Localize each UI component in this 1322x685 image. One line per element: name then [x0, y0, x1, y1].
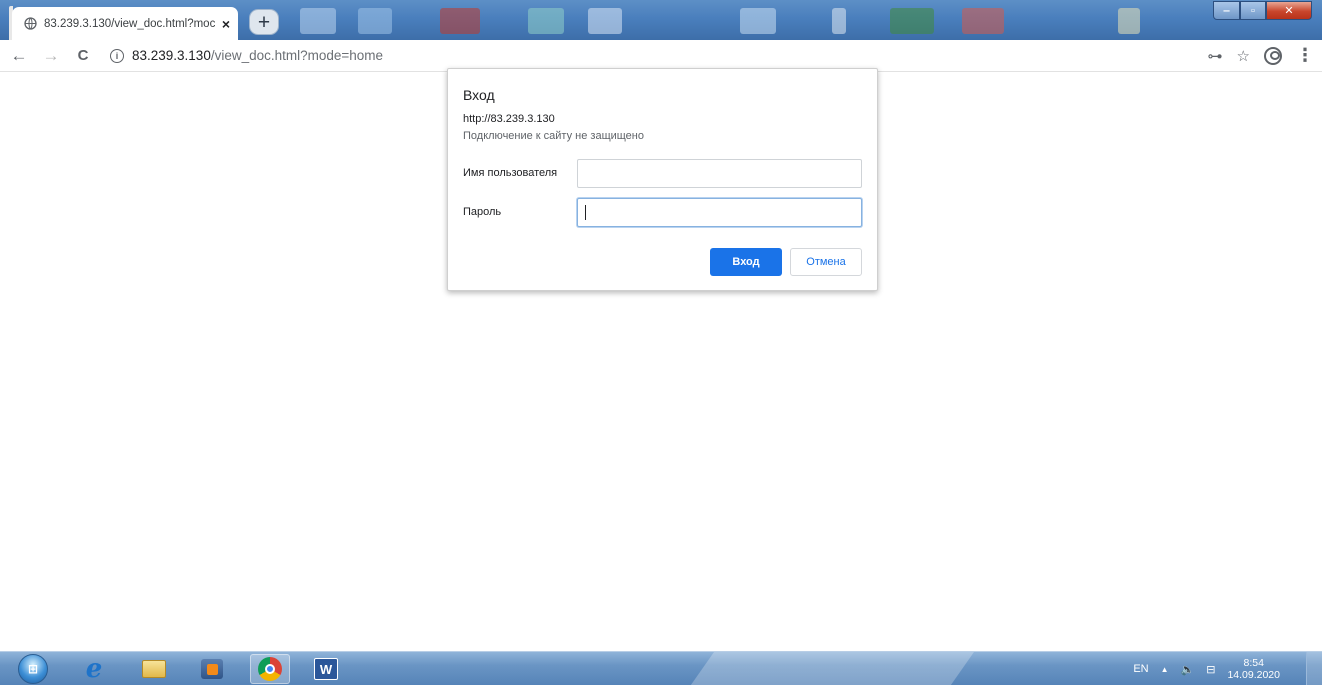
background-desktop-icon	[588, 8, 622, 34]
browser-tab[interactable]: 83.239.3.130/view_doc.html?moc ×	[12, 7, 238, 40]
password-field[interactable]	[577, 198, 862, 227]
network-icon[interactable]: ⊟	[1206, 663, 1215, 676]
media-player-icon[interactable]	[192, 654, 232, 684]
show-hidden-icons-icon[interactable]: ▲	[1161, 665, 1169, 674]
bookmark-star-icon[interactable]: ☆	[1237, 47, 1250, 65]
file-explorer-icon[interactable]	[134, 654, 174, 684]
cancel-button[interactable]: Отмена	[790, 248, 862, 276]
menu-icon[interactable]: ⋮	[1296, 45, 1314, 66]
taskbar-glow	[671, 652, 989, 685]
background-desktop-icon	[528, 8, 564, 34]
back-button[interactable]: ←	[8, 45, 30, 67]
key-icon[interactable]: ⊶	[1208, 47, 1223, 65]
chrome-icon[interactable]	[250, 654, 290, 684]
volume-icon[interactable]: 🔈	[1181, 663, 1195, 676]
text-caret	[585, 205, 586, 220]
background-desktop-icon	[440, 8, 480, 34]
taskbar: ⊞ e W EN ▲ 🔈 ⊟ 8:54 14.09.2020	[0, 651, 1322, 685]
background-desktop-icon	[832, 8, 846, 34]
language-indicator[interactable]: EN	[1133, 663, 1148, 675]
background-desktop-icon	[890, 8, 934, 34]
address-bar[interactable]: i 83.239.3.130/view_doc.html?mode=home	[110, 48, 383, 63]
clock[interactable]: 8:54 14.09.2020	[1227, 657, 1280, 681]
username-label: Имя пользователя	[463, 167, 558, 179]
clock-time: 8:54	[1243, 657, 1264, 669]
clock-date: 14.09.2020	[1227, 669, 1280, 681]
globe-icon	[24, 17, 37, 30]
dialog-title: Вход	[463, 87, 495, 103]
reload-button[interactable]: C	[72, 45, 94, 67]
show-desktop-button[interactable]	[1306, 652, 1322, 685]
internet-explorer-icon[interactable]: e	[74, 654, 114, 684]
username-field[interactable]	[577, 159, 862, 188]
system-tray: EN ▲ 🔈 ⊟ 8:54 14.09.2020	[1133, 652, 1280, 685]
url-host: 83.239.3.130	[132, 48, 211, 63]
toolbar-actions: ⊶ ☆ ⋮	[1208, 45, 1314, 66]
tab-close-icon[interactable]: ×	[222, 16, 230, 32]
windows-start-icon[interactable]: ⊞	[18, 654, 48, 684]
browser-titlebar: 83.239.3.130/view_doc.html?moc × + ‒ ▫ ✕	[0, 0, 1322, 40]
minimize-button[interactable]: ‒	[1213, 1, 1240, 20]
word-icon[interactable]: W	[306, 654, 346, 684]
close-window-button[interactable]: ✕	[1266, 1, 1312, 20]
background-desktop-icon	[300, 8, 336, 34]
dialog-origin: http://83.239.3.130	[463, 113, 555, 125]
new-tab-button[interactable]: +	[249, 9, 279, 35]
password-label: Пароль	[463, 206, 502, 218]
window-controls: ‒ ▫ ✕	[1213, 1, 1312, 21]
profile-icon[interactable]	[1264, 46, 1282, 65]
background-desktop-icon	[358, 8, 392, 34]
auth-dialog: Вход http://83.239.3.130 Подключение к с…	[447, 68, 878, 291]
background-desktop-icon	[1118, 8, 1140, 34]
login-button[interactable]: Вход	[710, 248, 782, 276]
maximize-button[interactable]: ▫	[1240, 1, 1266, 20]
background-desktop-icon	[740, 8, 776, 34]
site-info-icon[interactable]: i	[110, 48, 124, 63]
forward-button[interactable]: →	[40, 45, 62, 67]
dialog-warning: Подключение к сайту не защищено	[463, 130, 644, 142]
url-path: /view_doc.html?mode=home	[210, 48, 384, 63]
background-desktop-icon	[962, 8, 1004, 34]
tab-title: 83.239.3.130/view_doc.html?moc	[44, 17, 215, 30]
